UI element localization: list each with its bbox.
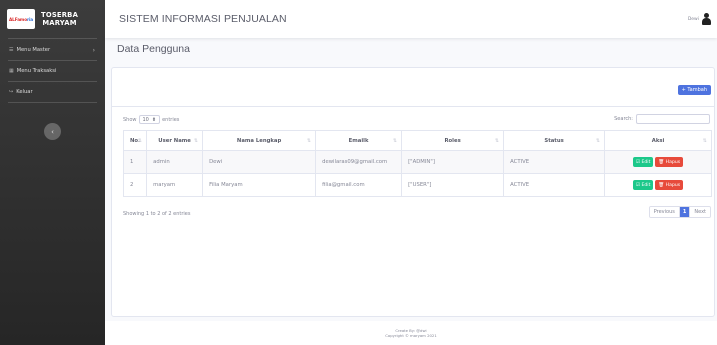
pagination-page-1[interactable]: 1 <box>679 207 690 217</box>
chevron-left-icon: ‹ <box>51 127 54 136</box>
entries-value: 10 <box>142 116 149 123</box>
chevron-right-icon: › <box>92 46 95 54</box>
show-label: Show <box>123 116 137 123</box>
brand[interactable]: ALFamoria TOSERBA MARYAM <box>0 0 105 38</box>
topbar: SISTEM INFORMASI PENJUALAN Dewi <box>105 0 717 38</box>
table-row: 1 admin Dewi dewilaras09@gmail.com ["ADM… <box>122 150 712 174</box>
sidebar-divider <box>8 38 97 39</box>
card-divider <box>112 106 714 107</box>
sidebar-item-label: Keluar <box>16 89 33 95</box>
user-name: Dewi <box>687 16 699 22</box>
user-menu[interactable]: Dewi <box>688 13 711 25</box>
add-user-button[interactable]: + Tambah <box>677 85 711 95</box>
sidebar-toggle-button[interactable]: ‹ <box>44 123 61 140</box>
sort-icon: ⇅ <box>306 138 312 144</box>
search-control: Search: <box>614 114 710 124</box>
cell-username: admin <box>146 150 204 174</box>
sidebar-item-label: Menu Master <box>16 47 51 53</box>
edit-button[interactable]: ☑ Edit <box>632 180 654 190</box>
cell-email: filia@gmail.com <box>315 173 403 197</box>
search-label: Search: <box>614 116 633 122</box>
cell-status: ACTIVE <box>503 173 606 197</box>
cell-username: maryam <box>146 173 204 197</box>
list-icon: ☰ <box>9 47 14 53</box>
logout-icon: ↪ <box>9 89 14 95</box>
column-header-username[interactable]: User Name ⇅ <box>146 130 204 151</box>
entries-length-control: Show 10 ⬍ entries <box>123 115 179 124</box>
users-card: + Tambah Show 10 ⬍ entries Search: No. ⇅ … <box>111 67 715 317</box>
cell-actions: ☑ Edit 🗑 Hapus <box>604 150 712 174</box>
page-title: Data Pengguna <box>117 43 190 55</box>
sort-updown-icon: ⬍ <box>151 116 157 123</box>
sidebar-item-menu-transaksi[interactable]: ▦ Menu Traksaksi <box>0 61 105 81</box>
table-icon: ▦ <box>9 68 14 74</box>
search-input[interactable] <box>636 114 710 124</box>
footer-copyright: Copyright © maryam 2021 <box>385 333 437 338</box>
cell-no: 1 <box>122 150 148 174</box>
cell-no: 2 <box>122 173 148 197</box>
cell-roles: ["ADMIN"] <box>401 150 505 174</box>
footer: Create By: @dwi Copyright © maryam 2021 <box>105 321 717 345</box>
entries-label: entries <box>162 116 180 123</box>
sort-icon: ⇅ <box>702 138 707 144</box>
column-header-nama-lengkap[interactable]: Nama Lengkap ⇅ <box>202 130 317 151</box>
delete-button[interactable]: 🗑 Hapus <box>655 157 684 167</box>
column-header-email[interactable]: Emailk ⇅ <box>315 130 403 151</box>
table-row: 2 maryam Filia Maryam filia@gmail.com ["… <box>122 173 712 197</box>
sidebar-item-keluar[interactable]: ↪ Keluar <box>0 82 105 102</box>
users-table: No. ⇅ User Name ⇅ Nama Lengkap ⇅ Emailk ⇅ Ro… <box>122 130 712 197</box>
sidebar-divider <box>8 102 97 103</box>
delete-button[interactable]: 🗑 Hapus <box>655 180 684 190</box>
pagination: Previous 1 Next <box>648 206 711 218</box>
column-header-status[interactable]: Status ⇅ <box>503 130 606 151</box>
sort-icon: ⇅ <box>392 138 398 144</box>
app-title: SISTEM INFORMASI PENJUALAN <box>119 13 287 25</box>
pagination-next[interactable]: Next <box>689 207 710 217</box>
table-header-row: No. ⇅ User Name ⇅ Nama Lengkap ⇅ Emailk ⇅ Ro… <box>122 130 712 151</box>
cell-nama: Dewi <box>202 150 317 174</box>
edit-button[interactable]: ☑ Edit <box>632 157 654 167</box>
cell-nama: Filia Maryam <box>202 173 317 197</box>
user-icon <box>702 13 711 25</box>
cell-actions: ☑ Edit 🗑 Hapus <box>604 173 712 197</box>
sort-icon: ⇅ <box>137 138 143 144</box>
sidebar-item-menu-master[interactable]: ☰ Menu Master › <box>0 40 105 60</box>
column-header-aksi[interactable]: Aksi ⇅ <box>604 130 712 151</box>
sort-icon: ⇅ <box>193 138 199 144</box>
column-header-no[interactable]: No. ⇅ <box>122 130 148 151</box>
brand-name: TOSERBA MARYAM <box>41 10 79 27</box>
cell-roles: ["USER"] <box>401 173 505 197</box>
sidebar-item-label: Menu Traksaksi <box>16 68 57 74</box>
entries-select[interactable]: 10 ⬍ <box>138 115 161 124</box>
cell-email: dewilaras09@gmail.com <box>315 150 403 174</box>
sort-icon: ⇅ <box>494 138 500 144</box>
cell-status: ACTIVE <box>503 150 606 174</box>
pagination-previous[interactable]: Previous <box>649 207 680 217</box>
table-info: Showing 1 to 2 of 2 entries <box>123 211 191 217</box>
brand-logo: ALFamoria <box>7 9 35 29</box>
sort-icon: ⇅ <box>595 138 601 144</box>
sidebar: ALFamoria TOSERBA MARYAM ☰ Menu Master ›… <box>0 0 105 345</box>
column-header-roles[interactable]: Roles ⇅ <box>401 130 505 151</box>
